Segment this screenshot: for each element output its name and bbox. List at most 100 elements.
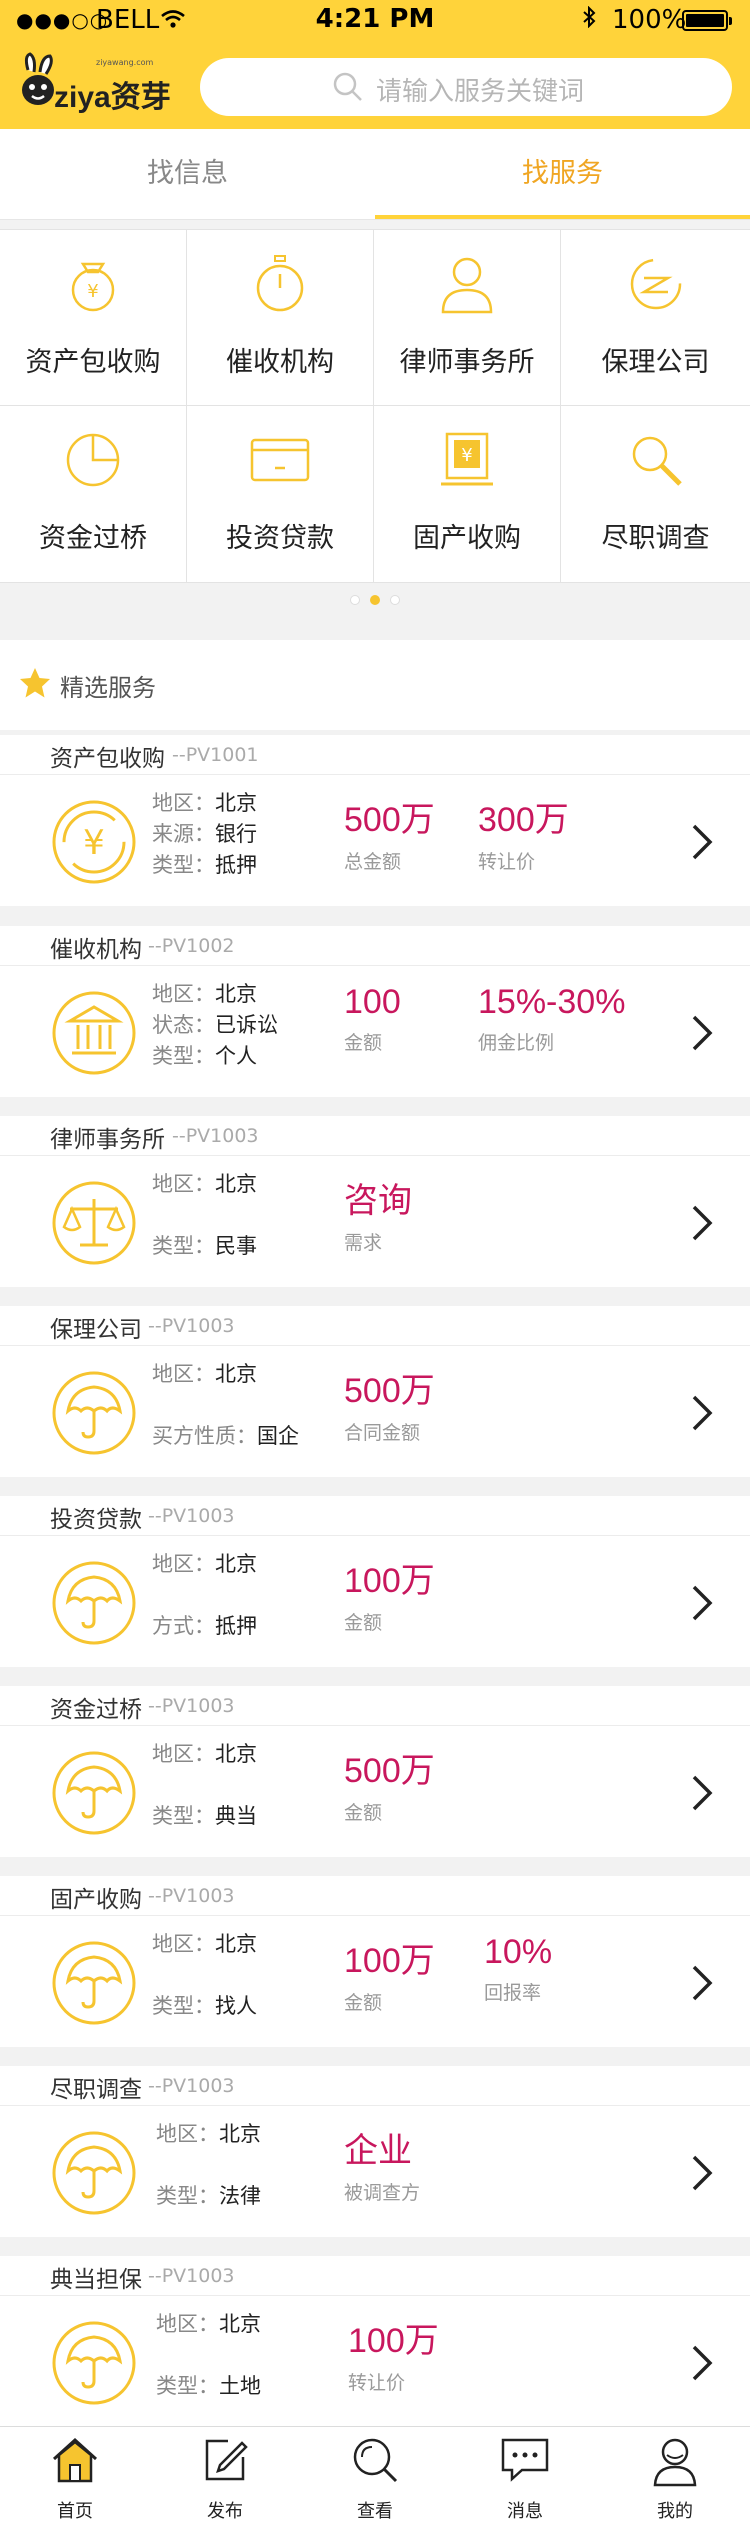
service-info: 地区：北京 方式：抵押 <box>152 1549 264 1642</box>
info-key: 类型： <box>152 1234 215 1258</box>
tab-find-info[interactable]: 找信息 <box>0 129 375 219</box>
tab-find-service[interactable]: 找服务 <box>375 129 750 219</box>
stopwatch-icon <box>187 254 373 316</box>
info-key: 状态： <box>152 1013 215 1037</box>
chevron-right-icon[interactable] <box>686 1011 716 1055</box>
chevron-right-icon[interactable] <box>686 1581 716 1625</box>
bluetooth-icon <box>582 5 596 34</box>
service-card[interactable]: 律师事务所 --PV1003 地区：北京 类型：民事 咨询 需求 <box>0 1116 750 1287</box>
service-code: --PV1002 <box>148 935 235 957</box>
category-investment-loan[interactable]: 投资贷款 <box>187 406 374 582</box>
service-card[interactable]: 资金过桥 --PV1003 地区：北京 类型：典当 500万 金额 <box>0 1686 750 1857</box>
card-header: 催收机构 --PV1002 <box>0 926 750 966</box>
service-code: --PV1003 <box>148 1505 235 1527</box>
chevron-right-icon[interactable] <box>686 1961 716 2005</box>
service-card[interactable]: 催收机构 --PV1002 地区：北京 状态：已诉讼 类型：个人 100 金额 15%-… <box>0 926 750 1097</box>
page-dot-active <box>370 595 380 605</box>
service-card[interactable]: 典当担保 --PV1003 地区：北京 类型：土地 100万 转让价 <box>0 2256 750 2427</box>
service-code: --PV1003 <box>148 1315 235 1337</box>
stat-label: 金额 <box>344 1992 383 2014</box>
service-info: 地区：北京 类型：民事 <box>152 1169 264 1262</box>
tabbar-home[interactable]: 首页 <box>0 2427 150 2526</box>
brand-domain: ziyawang.com <box>96 58 154 67</box>
scales-icon <box>52 1181 136 1265</box>
umbrella-icon <box>52 1941 136 2025</box>
star-icon <box>18 666 52 704</box>
info-value: 法律 <box>219 2184 261 2208</box>
info-row: 地区：北京 <box>152 1169 264 1200</box>
card-body: 地区：北京 类型：土地 100万 转让价 <box>0 2297 750 2427</box>
chevron-right-icon[interactable] <box>686 2341 716 2385</box>
category-collection[interactable]: 催收机构 <box>187 230 374 406</box>
stat-value: 500万 <box>344 1372 435 1410</box>
info-key: 类型： <box>156 2374 219 2398</box>
category-bridge-funding[interactable]: 资金过桥 <box>0 406 187 582</box>
search-input[interactable]: 请输入服务关键词 <box>200 58 732 116</box>
info-row <box>156 2150 268 2181</box>
service-title: 固产收购 <box>50 1887 142 1913</box>
chevron-right-icon[interactable] <box>686 1391 716 1435</box>
info-key: 类型： <box>152 1804 215 1828</box>
pie-chart-icon <box>0 430 186 492</box>
page-indicator[interactable] <box>0 590 750 606</box>
stat-value: 500万 <box>344 1752 435 1790</box>
umbrella-icon <box>52 2321 136 2405</box>
info-key: 类型： <box>152 1994 215 2018</box>
service-card[interactable]: 尽职调查 --PV1003 地区：北京 类型：法律 企业 被调查方 <box>0 2066 750 2237</box>
info-key: 类型： <box>156 2184 219 2208</box>
info-value: 已诉讼 <box>215 1013 278 1037</box>
tabbar-publish[interactable]: 发布 <box>150 2427 300 2526</box>
info-row <box>152 1200 264 1231</box>
info-value: 国企 <box>257 1424 299 1448</box>
service-info: 地区：北京 买方性质：国企 <box>152 1359 306 1452</box>
tabbar-label: 发布 <box>207 2501 243 2522</box>
info-row: 类型：法律 <box>156 2181 268 2212</box>
stat-label: 金额 <box>344 1612 383 1634</box>
category-due-diligence[interactable]: 尽职调查 <box>561 406 750 582</box>
stat-label: 金额 <box>344 1802 383 1824</box>
service-card[interactable]: 固产收购 --PV1003 地区：北京 类型：找人 100万 金额 10% 回报率 <box>0 1876 750 2047</box>
chevron-right-icon[interactable] <box>686 820 716 864</box>
category-factoring[interactable]: 保理公司 <box>561 230 750 406</box>
service-card[interactable]: 资产包收购 --PV1001 ¥ 地区：北京 来源：银行 类型：抵押 500万 总金额 3… <box>0 735 750 906</box>
yuan-building-icon: ¥ <box>374 430 560 492</box>
category-asset-package[interactable]: ¥ 资产包收购 <box>0 230 187 406</box>
tabbar-label: 首页 <box>57 2501 93 2522</box>
service-code: --PV1003 <box>148 1695 235 1717</box>
chevron-right-icon[interactable] <box>686 1771 716 1815</box>
stat-block: 咨询 需求 <box>344 1173 412 1255</box>
stat-value: 15%-30% <box>478 983 626 1021</box>
card-body: 地区：北京 类型：找人 100万 金额 10% 回报率 <box>0 1917 750 2047</box>
tabbar-messages[interactable]: 消息 <box>450 2427 600 2526</box>
brand-logo[interactable]: ziyawang.com ziya资芽 <box>18 52 186 116</box>
category-law-firm[interactable]: 律师事务所 <box>374 230 561 406</box>
app-header: ●●●○○ BELL 4:21 PM 100% ziyawang.com ziy… <box>0 0 750 129</box>
stat-block: 500万 合同金额 <box>344 1363 435 1445</box>
umbrella-icon <box>52 1561 136 1645</box>
service-title: 投资贷款 <box>50 1507 142 1533</box>
tabbar-label: 我的 <box>657 2501 693 2522</box>
category-fixed-asset[interactable]: ¥ 固产收购 <box>374 406 561 582</box>
info-value: 北京 <box>215 1552 257 1576</box>
stat-value: 咨询 <box>344 1182 412 1220</box>
tabbar-view[interactable]: 查看 <box>300 2427 450 2526</box>
search-icon <box>300 2437 450 2489</box>
info-key: 地区： <box>152 1742 215 1766</box>
category-label: 律师事务所 <box>399 347 535 378</box>
info-row <box>152 1770 264 1801</box>
chevron-right-icon[interactable] <box>686 2151 716 2195</box>
category-label: 固产收购 <box>413 523 521 554</box>
service-card[interactable]: 投资贷款 --PV1003 地区：北京 方式：抵押 100万 金额 <box>0 1496 750 1667</box>
tabbar-mine[interactable]: 我的 <box>600 2427 750 2526</box>
chevron-right-icon[interactable] <box>686 1201 716 1245</box>
info-row: 地区：北京 <box>152 788 264 819</box>
stat-block: 500万 总金额 <box>344 792 435 874</box>
yuan-cycle-icon: ¥ <box>52 800 136 884</box>
info-row <box>152 1390 306 1421</box>
service-card[interactable]: 保理公司 --PV1003 地区：北京 买方性质：国企 500万 合同金额 <box>0 1306 750 1477</box>
edit-icon <box>150 2437 300 2489</box>
info-row: 类型：民事 <box>152 1231 264 1262</box>
card-body: 地区：北京 类型：法律 企业 被调查方 <box>0 2107 750 2237</box>
info-value: 土地 <box>219 2374 261 2398</box>
stat-value: 500万 <box>344 801 435 839</box>
